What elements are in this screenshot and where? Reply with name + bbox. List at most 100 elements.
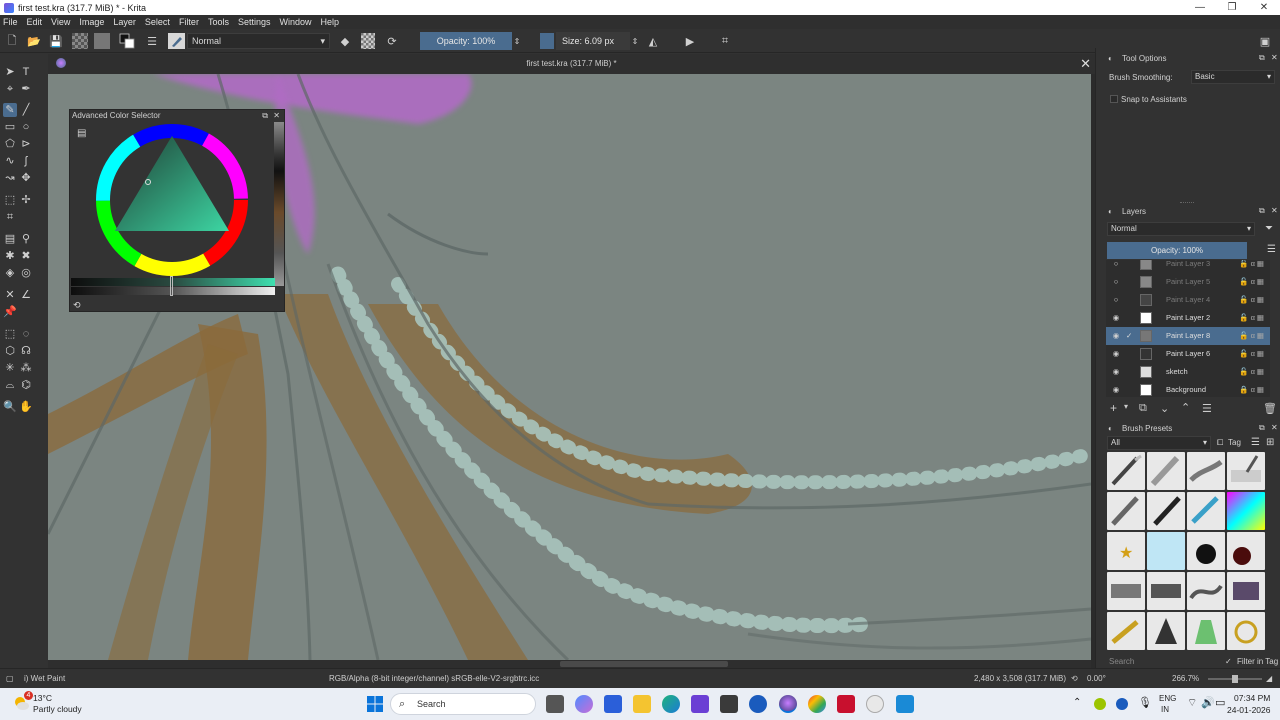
menu-window[interactable]: Window xyxy=(279,17,311,27)
color-wheel[interactable] xyxy=(94,122,254,282)
document-tab[interactable]: first test.kra (317.7 MiB) * ✕ xyxy=(48,54,1095,74)
layer-row[interactable]: ○ Paint Layer 5 🔓α▦ xyxy=(1106,273,1270,291)
layer-flags-icon[interactable]: 🔓α▦ xyxy=(1239,291,1266,309)
chrome-icon[interactable] xyxy=(808,695,826,713)
close-icon[interactable]: ✕ xyxy=(1080,56,1091,72)
elliptical-selection-tool-icon[interactable]: ◌ xyxy=(19,327,33,341)
smart-patch-tool-icon[interactable]: ✱ xyxy=(3,249,17,263)
colorize-mask-tool-icon[interactable]: ✖ xyxy=(19,249,33,263)
app-icon[interactable] xyxy=(896,695,914,713)
similar-selection-tool-icon[interactable]: ⁂ xyxy=(19,361,33,375)
tag-icon[interactable]: ⧠ xyxy=(1217,438,1223,448)
chevron-down-icon[interactable]: ▾ xyxy=(1124,402,1128,411)
menu-tools[interactable]: Tools xyxy=(208,17,229,27)
eraser-mode-icon[interactable]: ◆ xyxy=(338,33,352,49)
layer-opacity-slider[interactable]: Opacity: 100% xyxy=(1107,242,1247,259)
brush-preset-tile[interactable] xyxy=(1147,612,1185,650)
brush-preset-tile[interactable] xyxy=(1147,532,1185,570)
windows-start-icon[interactable] xyxy=(366,695,384,713)
volume-icon[interactable]: 🔊 xyxy=(1201,696,1215,709)
pattern-swatch[interactable] xyxy=(94,33,110,49)
crop-tool-icon[interactable]: ⌗ xyxy=(3,210,17,224)
new-document-icon[interactable]: 🗋 xyxy=(5,33,19,49)
app-icon[interactable] xyxy=(604,695,622,713)
preset-search-input[interactable]: Search xyxy=(1109,657,1134,666)
eye-icon[interactable]: ◉ xyxy=(1110,327,1122,345)
delete-layer-icon[interactable]: 🗑 xyxy=(1263,402,1277,415)
language-bottom[interactable]: IN xyxy=(1161,705,1169,714)
menu-settings[interactable]: Settings xyxy=(238,17,271,27)
menu-help[interactable]: Help xyxy=(321,17,340,27)
preset-filter-select[interactable]: All ▾ xyxy=(1107,436,1211,450)
brush-preset-tile[interactable] xyxy=(1227,572,1265,610)
float-docker-icon[interactable]: ⧉ xyxy=(1259,423,1265,433)
save-document-icon[interactable]: 💾 xyxy=(49,33,63,49)
float-docker-icon[interactable]: ⧉ xyxy=(1259,206,1265,216)
layer-flags-icon[interactable]: 🔓α▦ xyxy=(1239,309,1266,327)
float-docker-icon[interactable]: ⧉ xyxy=(262,110,268,122)
menu-layer[interactable]: Layer xyxy=(113,17,136,27)
move-layer-up-icon[interactable]: ⌃ xyxy=(1181,401,1190,414)
gradient-tool-icon[interactable]: ▤ xyxy=(3,232,17,246)
reload-preset-icon[interactable]: ⟳ xyxy=(384,33,400,49)
reference-images-tool-icon[interactable]: 📌 xyxy=(3,305,17,319)
brush-settings-icon[interactable]: ☰ xyxy=(145,33,159,49)
opacity-stepper-icon[interactable]: ⇕ xyxy=(512,33,522,49)
close-docker-icon[interactable]: ✕ xyxy=(1271,423,1278,432)
visibility-off-icon[interactable]: ○ xyxy=(1110,260,1122,273)
close-docker-icon[interactable]: ✕ xyxy=(1271,53,1278,62)
layer-flags-icon[interactable]: 🔓α▦ xyxy=(1239,273,1266,291)
text-tool-icon[interactable]: T xyxy=(19,65,33,79)
brush-preset-tile[interactable] xyxy=(1227,452,1265,490)
slider-handle[interactable] xyxy=(170,276,173,296)
rectangle-tool-icon[interactable]: ▭ xyxy=(3,120,17,134)
file-explorer-icon[interactable] xyxy=(633,695,651,713)
microphone-icon[interactable]: 🎙 xyxy=(1138,696,1152,709)
brush-preset-tile[interactable] xyxy=(1187,452,1225,490)
add-layer-icon[interactable]: + xyxy=(1110,401,1117,415)
polyline-tool-icon[interactable]: ⊳ xyxy=(19,137,33,151)
open-document-icon[interactable]: 📂 xyxy=(27,33,41,49)
calligraphy-tool-icon[interactable]: ✒ xyxy=(19,82,33,96)
bezier-tool-icon[interactable]: ∿ xyxy=(3,154,17,168)
battery-icon[interactable]: ▭ xyxy=(1215,696,1225,709)
brush-preset-tile[interactable] xyxy=(1107,612,1145,650)
brush-preset-icon[interactable] xyxy=(168,33,185,49)
freehand-path-tool-icon[interactable]: ʃ xyxy=(19,154,33,168)
rectangular-selection-tool-icon[interactable]: ⬚ xyxy=(3,327,17,341)
menu-file[interactable]: File xyxy=(3,17,18,27)
edge-browser-icon[interactable] xyxy=(662,695,680,713)
visibility-off-icon[interactable]: ○ xyxy=(1110,273,1122,291)
layer-flags-icon[interactable]: 🔓α▦ xyxy=(1239,363,1266,381)
brush-preset-tile[interactable] xyxy=(1227,612,1265,650)
edit-shapes-tool-icon[interactable]: ⌖ xyxy=(3,82,17,96)
bezier-selection-tool-icon[interactable]: ⌓ xyxy=(3,378,17,392)
polygonal-selection-tool-icon[interactable]: ⬡ xyxy=(3,344,17,358)
polygon-tool-icon[interactable]: ⬠ xyxy=(3,137,17,151)
layer-flags-icon[interactable]: 🔓α▦ xyxy=(1239,327,1266,345)
workspace-chooser-icon[interactable]: ▣ xyxy=(1257,33,1273,49)
copilot-icon[interactable] xyxy=(575,695,593,713)
clock-time[interactable]: 07:34 PM xyxy=(1234,693,1270,703)
layer-row[interactable]: ◉ Paint Layer 6 🔓α▦ xyxy=(1106,345,1270,363)
brush-preset-tile[interactable] xyxy=(1107,492,1145,530)
brush-preset-tile[interactable] xyxy=(1107,572,1145,610)
eye-icon[interactable]: ◉ xyxy=(1110,309,1122,327)
settings-gear-icon[interactable] xyxy=(866,695,884,713)
wrap-around-icon[interactable]: ⌗ xyxy=(717,33,733,49)
brush-preset-tile[interactable] xyxy=(1147,492,1185,530)
gradient-swatch[interactable] xyxy=(72,33,88,49)
size-stepper-icon[interactable]: ⇕ xyxy=(630,33,640,49)
layer-properties-icon[interactable]: ☰ xyxy=(1202,402,1212,415)
tray-app-icon[interactable] xyxy=(1094,698,1106,710)
clock-date[interactable]: 24-01-2026 xyxy=(1227,705,1270,715)
layer-row[interactable]: ◉ Background 🔒α▦ xyxy=(1106,381,1270,397)
zoom-slider-handle[interactable] xyxy=(1232,675,1238,683)
freehand-brush-tool-icon[interactable]: ✎ xyxy=(3,103,17,117)
magnetic-selection-tool-icon[interactable]: ⌬ xyxy=(19,378,33,392)
menu-select[interactable]: Select xyxy=(145,17,170,27)
freehand-selection-tool-icon[interactable]: ☊ xyxy=(19,344,33,358)
fg-bg-color-icon[interactable] xyxy=(119,33,135,49)
task-view-icon[interactable] xyxy=(546,695,564,713)
hp-icon[interactable] xyxy=(749,695,767,713)
